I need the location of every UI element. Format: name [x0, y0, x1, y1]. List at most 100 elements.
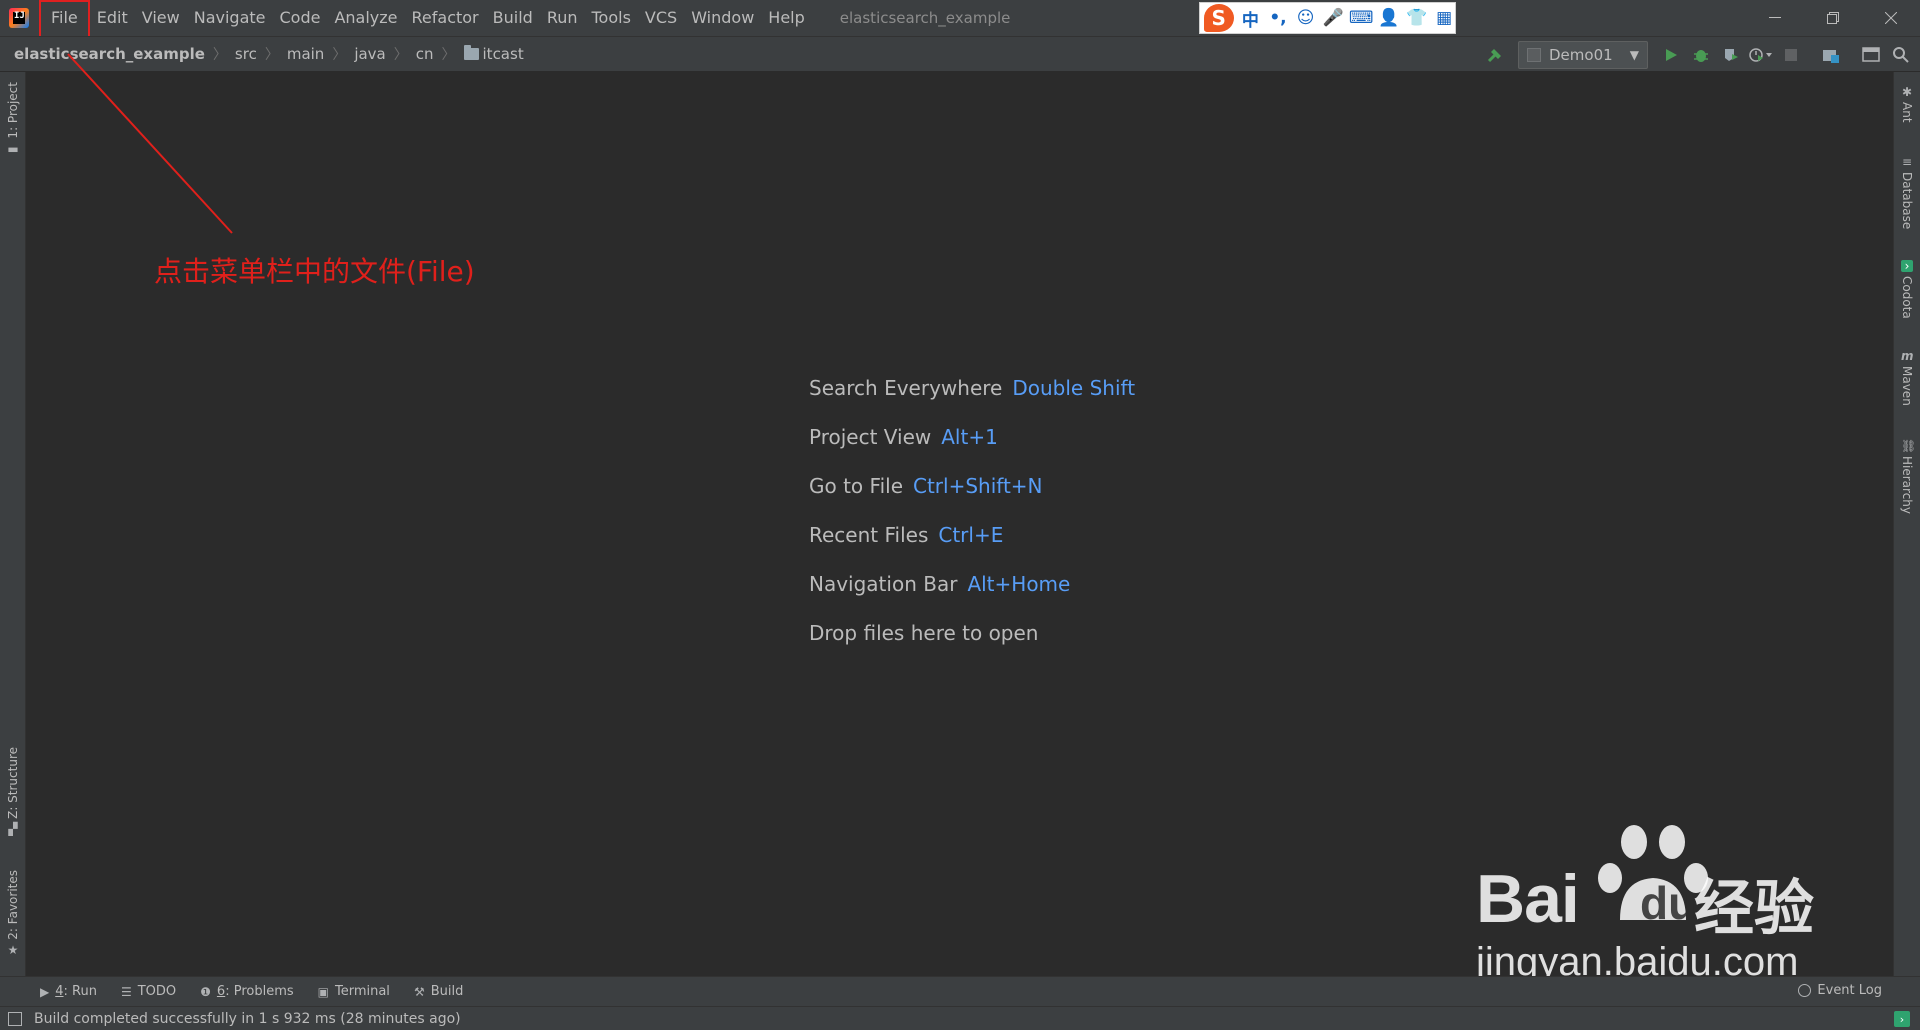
watermark-jingyan: 经验	[1694, 875, 1814, 942]
hint-label: Project View	[809, 425, 932, 449]
left-tool-strip: 1: Project ▬ Z: Structure ▞ 2: Favorites…	[0, 72, 26, 976]
debug-icon[interactable]	[1686, 40, 1716, 70]
watermark-du: du	[1640, 877, 1697, 929]
menu-tools[interactable]: Tools	[585, 0, 638, 36]
run-configuration-select[interactable]: Demo01 ▼	[1518, 41, 1648, 69]
annotation-text: 点击菜单栏中的文件(File)	[154, 255, 475, 288]
coverage-icon[interactable]	[1716, 40, 1746, 70]
menu-bar: File Edit View Navigate Code Analyze Ref…	[39, 0, 812, 40]
menu-code[interactable]: Code	[273, 0, 328, 36]
profiler-icon[interactable]	[1746, 40, 1776, 70]
menu-vcs[interactable]: VCS	[638, 0, 684, 36]
ime-toolbox-icon[interactable]: ▦	[1433, 7, 1455, 29]
hint-search-everywhere: Search Everywhere Double Shift	[809, 364, 1135, 413]
list-icon: ☰	[120, 984, 132, 999]
menu-analyze[interactable]: Analyze	[327, 0, 404, 36]
toggle-window-icon[interactable]	[1856, 40, 1886, 70]
event-log-icon	[1798, 984, 1812, 997]
tool-structure[interactable]: Z: Structure ▞	[0, 747, 26, 839]
toggle-tool-windows-icon[interactable]	[8, 1011, 22, 1026]
tool-problems-key: 6	[216, 984, 226, 999]
tool-maven-label: Maven	[1900, 366, 1914, 406]
crumb-main[interactable]: main	[287, 45, 324, 63]
status-message[interactable]: Build completed successfully in 1 s 932 …	[34, 1011, 461, 1027]
ant-icon: ✱	[1901, 85, 1913, 99]
tool-build[interactable]: ⚒ Build	[414, 984, 463, 999]
run-config-label: Demo01	[1549, 46, 1613, 64]
tool-hierarchy-label: Hierarchy	[1900, 456, 1914, 515]
maven-icon: m	[1901, 349, 1914, 363]
ime-keyboard-icon[interactable]: ⌨	[1349, 7, 1374, 29]
tool-run-label: : Run	[63, 984, 97, 999]
menu-window[interactable]: Window	[684, 0, 761, 36]
codota-icon: ›	[1901, 260, 1913, 272]
sogou-logo-icon[interactable]: S	[1204, 4, 1234, 32]
crumb-itcast[interactable]: itcast	[463, 45, 524, 63]
tool-favorites[interactable]: 2: Favorites ★	[0, 870, 26, 960]
breadcrumb: elasticsearch_example 〉 src 〉 main 〉 jav…	[14, 44, 524, 64]
editor-empty-hints: Search Everywhere Double Shift Project Vi…	[809, 364, 1135, 658]
restore-icon[interactable]	[1804, 0, 1862, 36]
menu-help[interactable]: Help	[761, 0, 811, 36]
tool-database[interactable]: ≡ Database	[1894, 152, 1920, 229]
menu-file[interactable]: File	[39, 0, 90, 40]
menu-refactor[interactable]: Refactor	[405, 0, 486, 36]
ime-emoji-icon[interactable]: ☺	[1295, 7, 1317, 29]
status-bar: Build completed successfully in 1 s 932 …	[0, 1006, 1920, 1030]
menu-run[interactable]: Run	[540, 0, 585, 36]
tool-todo[interactable]: ☰ TODO	[121, 984, 176, 999]
ime-voice-icon[interactable]: 🎤	[1322, 7, 1344, 29]
ime-punctuation-icon[interactable]: •,	[1267, 7, 1289, 29]
run-icon[interactable]	[1656, 40, 1686, 70]
folder-icon: ▬	[7, 141, 19, 156]
menu-view[interactable]: View	[135, 0, 187, 36]
tool-maven[interactable]: m Maven	[1894, 346, 1920, 406]
tool-problems[interactable]: ❶ 6: Problems	[200, 984, 293, 999]
minimize-icon[interactable]	[1746, 0, 1804, 36]
tool-event-log-label: Event Log	[1817, 983, 1882, 998]
hint-drop-files: Drop files here to open	[809, 609, 1135, 658]
crumb-java[interactable]: java	[354, 45, 385, 63]
tool-terminal[interactable]: ▣ Terminal	[318, 984, 390, 999]
hint-project-view: Project View Alt+1	[809, 413, 1135, 462]
tool-hierarchy[interactable]: ⛓ Hierarchy	[1894, 436, 1920, 514]
menu-edit[interactable]: Edit	[90, 0, 135, 36]
close-icon[interactable]	[1862, 0, 1920, 36]
crumb-src[interactable]: src	[235, 45, 257, 63]
project-structure-icon[interactable]	[1816, 40, 1846, 70]
chevron-right-icon: 〉	[212, 47, 227, 63]
tool-todo-label: TODO	[137, 984, 177, 999]
crumb-itcast-label: itcast	[482, 45, 524, 63]
hint-recent-files: Recent Files Ctrl+E	[809, 511, 1135, 560]
codota-status-icon[interactable]: ›	[1894, 1011, 1910, 1027]
stop-icon[interactable]	[1776, 40, 1806, 70]
chevron-right-icon: 〉	[393, 47, 408, 63]
ime-chinese-mode[interactable]: 中	[1240, 7, 1262, 31]
window-controls	[1746, 0, 1920, 36]
tool-run-key: 4	[55, 984, 64, 999]
right-tool-strip: ✱ Ant ≡ Database › Codota m Maven ⛓ Hier…	[1893, 72, 1920, 976]
window-title: elasticsearch_example	[839, 9, 1011, 27]
ime-user-icon[interactable]: 👤	[1378, 7, 1400, 29]
tool-project-label: 1: Project	[6, 82, 20, 139]
tool-codota[interactable]: › Codota	[1894, 256, 1920, 319]
build-hammer-icon[interactable]	[1480, 40, 1510, 70]
main-toolbar: Demo01 ▼	[1480, 37, 1920, 73]
hint-label: Search Everywhere	[809, 376, 1003, 400]
baidu-jingyan-watermark: Bai du 经验 jingyan.baidu.com	[1470, 820, 1830, 990]
crumb-cn[interactable]: cn	[416, 45, 434, 63]
chevron-down-icon: ▼	[1629, 48, 1639, 62]
menu-build[interactable]: Build	[486, 0, 540, 36]
tool-run[interactable]: ▶ 4: Run	[40, 984, 97, 999]
tool-event-log[interactable]: Event Log	[1798, 983, 1882, 998]
tool-project[interactable]: 1: Project ▬	[0, 82, 26, 159]
search-icon[interactable]	[1886, 40, 1916, 70]
menu-navigate[interactable]: Navigate	[187, 0, 273, 36]
ime-toolbar: S 中 •, ☺ 🎤 ⌨ 👤 👕 ▦	[1199, 2, 1456, 34]
play-icon: ▶	[40, 984, 50, 999]
chevron-right-icon: 〉	[264, 47, 279, 63]
crumb-project[interactable]: elasticsearch_example	[14, 45, 205, 63]
terminal-icon: ▣	[317, 984, 329, 999]
ime-skin-icon[interactable]: 👕	[1406, 7, 1428, 29]
tool-ant[interactable]: ✱ Ant	[1894, 82, 1920, 123]
